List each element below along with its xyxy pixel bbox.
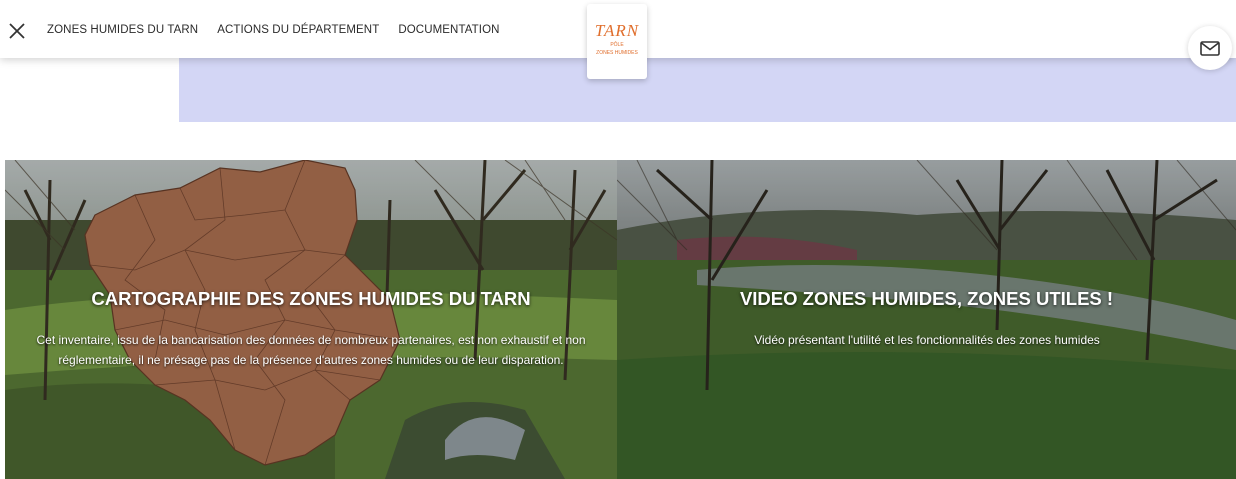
logo-subtitle-line2: ZONES HUMIDES [596, 50, 638, 56]
hero-banner [179, 58, 1236, 122]
card-video[interactable]: VIDEO ZONES HUMIDES, ZONES UTILES ! Vidé… [617, 160, 1236, 479]
image-overlay [5, 160, 617, 479]
close-icon[interactable] [6, 20, 28, 42]
card-title: VIDEO ZONES HUMIDES, ZONES UTILES ! [739, 288, 1114, 309]
main-nav: ZONES HUMIDES DU TARN ACTIONS DU DÉPARTE… [47, 24, 500, 36]
nav-item-documentation[interactable]: DOCUMENTATION [398, 24, 499, 36]
logo-subtitle-line1: PÔLE [610, 42, 624, 48]
mail-icon [1200, 41, 1220, 56]
logo-title: TARN [594, 21, 640, 40]
contact-button[interactable] [1188, 26, 1232, 70]
card-title: CARTOGRAPHIE DES ZONES HUMIDES DU TARN [91, 288, 531, 309]
card-cartographie[interactable]: CARTOGRAPHIE DES ZONES HUMIDES DU TARN C… [5, 160, 617, 479]
card-description: Cet inventaire, issu de la bancarisation… [36, 333, 586, 367]
nav-item-zones-humides[interactable]: ZONES HUMIDES DU TARN [47, 24, 198, 36]
card-description: Vidéo présentant l'utilité et les foncti… [754, 333, 1100, 347]
tarn-logo[interactable]: TARN PÔLE ZONES HUMIDES [587, 4, 647, 79]
image-overlay [617, 160, 1236, 479]
nav-item-actions-departement[interactable]: ACTIONS DU DÉPARTEMENT [217, 24, 379, 36]
